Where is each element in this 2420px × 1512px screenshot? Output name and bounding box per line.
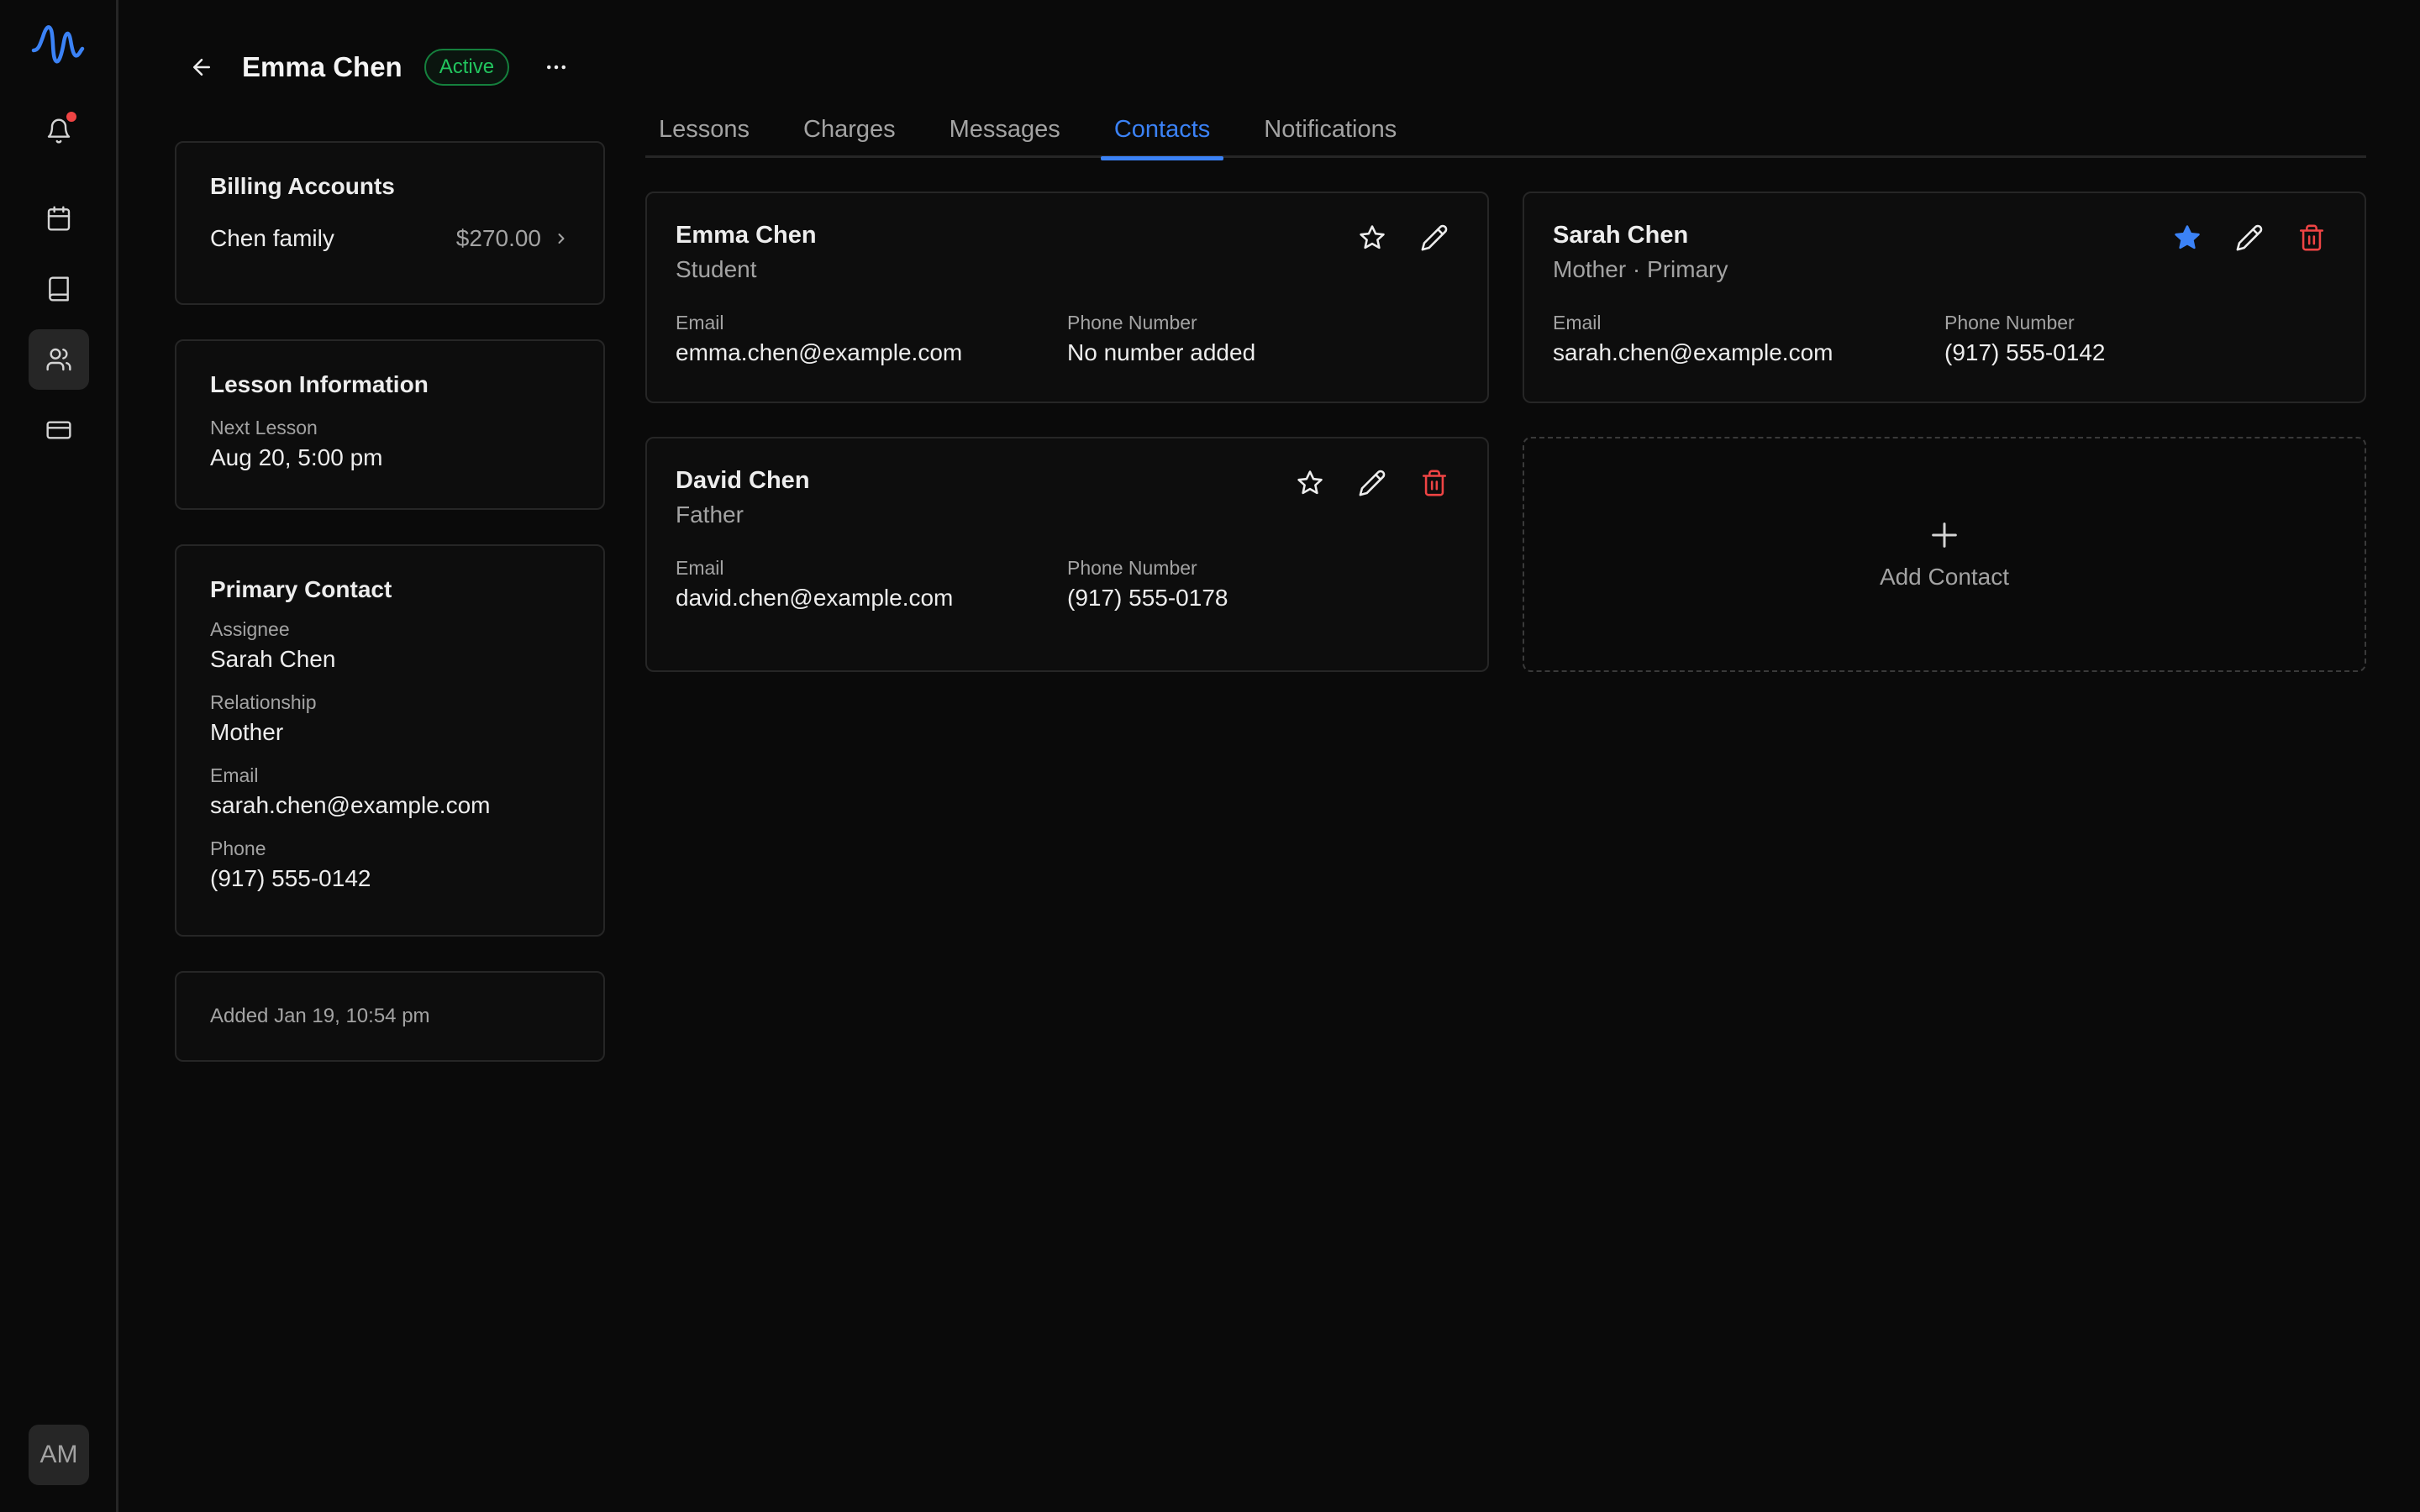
billing-account-name: Chen family [210, 225, 334, 251]
lesson-information-card: Lesson Information Next Lesson Aug 20, 5… [175, 339, 605, 510]
contact-phone-label: Phone Number [1944, 312, 2075, 333]
chevron-right-icon [558, 234, 565, 244]
contact-role: Mother · Primary [1553, 256, 1728, 282]
added-date-card: Added Jan 19, 10:54 pm [175, 971, 605, 1062]
add-contact-button[interactable]: Add Contact [1523, 437, 2366, 672]
contact-fields: Email david.chen@example.com Phone Numbe… [676, 557, 1459, 612]
lesson-title: Lesson Information [210, 371, 429, 397]
add-contact-label: Add Contact [1879, 564, 2010, 590]
edit-button[interactable] [1420, 223, 1449, 252]
waveform-logo[interactable] [30, 18, 86, 67]
page-header: Emma Chen Active [185, 44, 575, 91]
contact-fields: Email emma.chen@example.com Phone Number… [676, 312, 1459, 366]
status-badge: Active [424, 49, 510, 86]
arrow-left-icon [193, 59, 210, 76]
ellipsis-icon [547, 65, 566, 70]
phone-value: (917) 555-0142 [210, 865, 371, 891]
credit-card-icon [46, 421, 71, 439]
contact-email: sarah.chen@example.com [1553, 339, 1833, 365]
calendar-nav-button[interactable] [29, 188, 89, 249]
more-options-button[interactable] [538, 49, 575, 86]
star-button[interactable] [1296, 469, 1324, 497]
contact-email: david.chen@example.com [676, 585, 954, 611]
star-button[interactable] [2173, 223, 2202, 252]
billing-amount-wrap: $270.00 [456, 225, 570, 252]
contact-role: Father [676, 501, 744, 528]
relationship-value: Mother [210, 719, 284, 745]
billing-accounts-card: Billing Accounts Chen family $270.00 [175, 141, 605, 305]
contact-phone-label: Phone Number [1067, 312, 1197, 333]
tab-notifications[interactable]: Notifications [1250, 108, 1410, 158]
book-icon [49, 276, 69, 302]
contact-phone-col: Phone Number (917) 555-0142 [1944, 312, 2336, 366]
tab-charges[interactable]: Charges [790, 108, 909, 158]
contact-card: Sarah Chen Mother · Primary Email sarah.… [1523, 192, 2366, 403]
students-nav-button[interactable] [29, 329, 89, 390]
email-label: Email [210, 764, 259, 786]
star-icon [1297, 470, 1323, 495]
contact-fields: Email sarah.chen@example.com Phone Numbe… [1553, 312, 2336, 366]
tab-contacts[interactable]: Contacts [1100, 108, 1224, 160]
contact-email: emma.chen@example.com [676, 339, 963, 365]
email-value: sarah.chen@example.com [210, 792, 491, 818]
pencil-icon [1421, 224, 1448, 251]
pencil-icon [2236, 224, 2263, 251]
contact-email-col: Email david.chen@example.com [676, 557, 1067, 612]
billing-nav-button[interactable] [29, 400, 89, 460]
contact-phone: (917) 555-0178 [1067, 585, 1228, 611]
contact-name: Emma Chen [676, 222, 817, 249]
next-lesson-value: Aug 20, 5:00 pm [210, 444, 383, 470]
notification-badge [65, 110, 78, 123]
contact-card: Emma Chen Student Email emma.chen@exampl… [645, 192, 1489, 403]
relationship-label: Relationship [210, 691, 317, 713]
tab-bar: Lessons Charges Messages Contacts Notifi… [645, 108, 2366, 160]
contact-phone: No number added [1067, 339, 1256, 365]
edit-button[interactable] [1358, 469, 1386, 497]
added-date-text: Added Jan 19, 10:54 pm [210, 1005, 430, 1027]
next-lesson-label: Next Lesson [210, 417, 318, 438]
tab-lessons[interactable]: Lessons [645, 108, 763, 158]
contact-email-label: Email [676, 312, 724, 333]
trash-icon [1422, 470, 1447, 496]
primary-contact-card: Primary Contact Assignee Sarah Chen Rela… [175, 544, 605, 937]
left-rail: AM [0, 0, 118, 1512]
contact-email-col: Email emma.chen@example.com [676, 312, 1067, 366]
contact-email-col: Email sarah.chen@example.com [1553, 312, 1944, 366]
primary-contact-title: Primary Contact [210, 576, 392, 602]
contact-email-label: Email [676, 557, 724, 579]
billing-account-row[interactable]: Chen family $270.00 [210, 225, 570, 252]
pencil-icon [1359, 470, 1386, 496]
star-filled-icon [2175, 225, 2200, 249]
contact-actions [1358, 223, 1449, 252]
users-icon [46, 348, 71, 371]
trash-icon [2299, 224, 2324, 251]
contact-phone-col: Phone Number (917) 555-0178 [1067, 557, 1459, 612]
contact-phone: (917) 555-0142 [1944, 339, 2106, 365]
user-avatar[interactable]: AM [29, 1425, 89, 1485]
contact-actions [2173, 223, 2326, 252]
tab-messages[interactable]: Messages [936, 108, 1074, 158]
star-button[interactable] [1358, 223, 1386, 252]
calendar-icon [47, 206, 71, 231]
star-icon [1360, 225, 1385, 249]
delete-button[interactable] [2297, 223, 2326, 252]
assignee-label: Assignee [210, 618, 290, 640]
billing-amount: $270.00 [455, 225, 541, 251]
lessons-nav-button[interactable] [29, 259, 89, 319]
phone-label: Phone [210, 837, 266, 859]
delete-button[interactable] [1420, 469, 1449, 497]
edit-button[interactable] [2235, 223, 2264, 252]
contact-role: Student [676, 256, 757, 282]
back-button[interactable] [185, 50, 218, 84]
contact-email-label: Email [1553, 312, 1602, 333]
contact-phone-label: Phone Number [1067, 557, 1197, 579]
contact-card: David Chen Father Email david.chen@examp… [645, 437, 1489, 672]
contact-actions [1296, 469, 1449, 497]
assignee-value: Sarah Chen [210, 646, 336, 672]
contact-phone-col: Phone Number No number added [1067, 312, 1459, 366]
page-title: Emma Chen [242, 51, 402, 82]
notifications-nav-button[interactable] [29, 101, 89, 161]
plus-icon [1932, 522, 1957, 548]
billing-title: Billing Accounts [210, 173, 395, 199]
